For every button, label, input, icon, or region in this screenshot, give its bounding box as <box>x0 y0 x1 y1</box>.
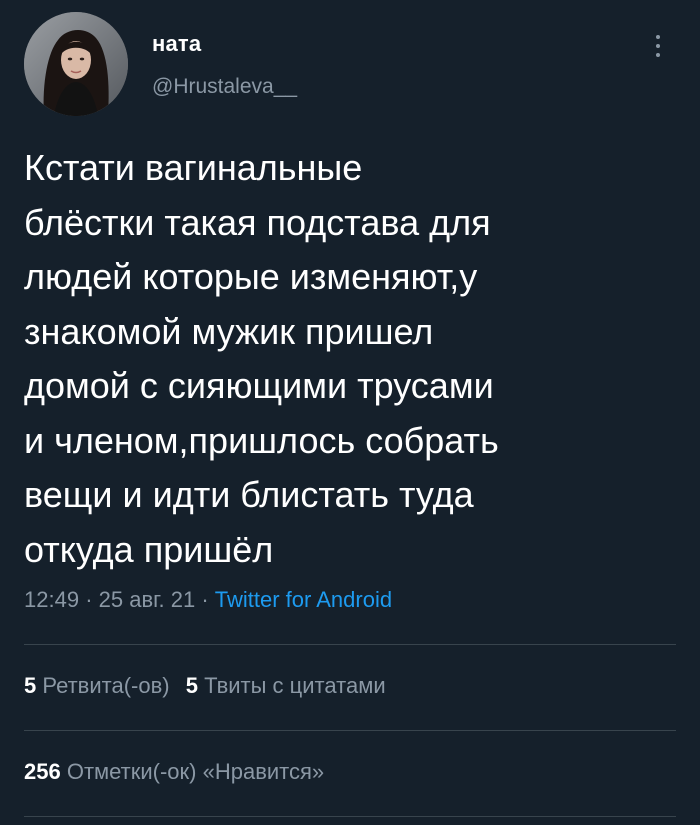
more-options-button[interactable] <box>644 28 672 64</box>
tweet-time[interactable]: 12:49 <box>24 587 79 612</box>
author-display-name[interactable]: ната <box>152 31 201 57</box>
user-avatar-photo <box>24 12 128 116</box>
retweets-stat[interactable]: 5 Ретвита(-ов) <box>24 673 176 698</box>
retweets-label: Ретвита(-ов) <box>42 673 170 698</box>
divider <box>24 730 676 731</box>
divider <box>24 644 676 645</box>
tweet-detail: ната @Hrustaleva__ Кстати вагинальные бл… <box>0 0 700 825</box>
engagement-stats-row: 5 Ретвита(-ов) 5 Твиты с цитатами <box>24 673 386 699</box>
likes-stat[interactable]: 256 Отметки(-ок) «Нравится» <box>24 759 324 784</box>
tweet-date[interactable]: 25 авг. 21 <box>99 587 196 612</box>
tweet-client-link[interactable]: Twitter for Android <box>215 587 392 612</box>
quotes-label: Твиты с цитатами <box>204 673 386 698</box>
quotes-stat[interactable]: 5 Твиты с цитатами <box>186 673 386 698</box>
likes-label: Отметки(-ок) «Нравится» <box>66 759 325 784</box>
likes-stats-row: 256 Отметки(-ок) «Нравится» <box>24 759 324 785</box>
tweet-metadata: 12:49 · 25 авг. 21 · Twitter for Android <box>24 587 392 613</box>
author-handle[interactable]: @Hrustaleva__ <box>152 75 297 99</box>
meta-separator-2: · <box>201 587 209 612</box>
avatar[interactable] <box>24 12 128 116</box>
likes-count: 256 <box>24 759 61 784</box>
vertical-ellipsis-icon <box>656 35 660 39</box>
tweet-text: Кстати вагинальные блёстки такая подстав… <box>24 147 499 570</box>
divider <box>24 816 676 817</box>
quotes-count: 5 <box>185 673 198 698</box>
retweets-count: 5 <box>24 673 37 698</box>
meta-separator: · <box>85 587 93 612</box>
